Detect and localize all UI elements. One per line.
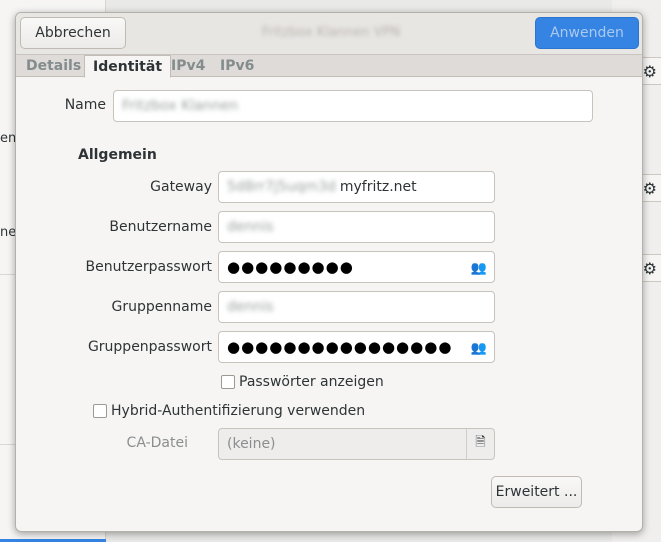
ca-file-chooser[interactable]: (keine) 🗎 xyxy=(218,428,495,460)
group-password-field[interactable]: ●●●●●●●●●●●●●●●● 👥 xyxy=(218,331,495,363)
apply-button[interactable]: Anwenden xyxy=(535,17,639,49)
ca-file-value: (keine) xyxy=(227,436,276,452)
name-field[interactable]: Fritzbox Klannen xyxy=(113,90,593,122)
group-password-value: ●●●●●●●●●●●●●●●● xyxy=(227,338,453,356)
username-field[interactable]: dennis xyxy=(218,211,495,243)
gateway-suffix: myfritz.net xyxy=(339,179,417,195)
gateway-label: Gateway xyxy=(150,179,212,195)
groupname-value: dennis xyxy=(227,299,274,315)
people-icon[interactable]: 👥 xyxy=(470,339,488,357)
user-password-value: ●●●●●●●●● xyxy=(227,258,354,276)
username-value: dennis xyxy=(227,219,274,235)
tab-bar: Details Identität IPv4 IPv6 xyxy=(16,55,642,78)
gateway-field[interactable]: 5d8rr7j5uqm3d myfritz.net xyxy=(218,171,495,203)
username-label: Benutzername xyxy=(109,219,212,235)
user-password-field[interactable]: ●●●●●●●●● 👥 xyxy=(218,251,495,283)
groupname-field[interactable]: dennis xyxy=(218,291,495,323)
header-bar: Abbrechen Fritzbox Klannen VPN Anwenden xyxy=(16,13,642,55)
vpn-dialog: Abbrechen Fritzbox Klannen VPN Anwenden … xyxy=(15,12,643,532)
show-passwords-checkbox[interactable]: Passwörter anzeigen xyxy=(221,374,384,390)
file-icon[interactable]: 🗎 xyxy=(466,429,494,459)
ca-file-label: CA-Datei xyxy=(126,435,188,451)
tab-ipv4[interactable]: IPv4 xyxy=(163,55,213,77)
hybrid-auth-checkbox[interactable]: Hybrid-Authentifizierung verwenden xyxy=(93,403,365,419)
tab-identity[interactable]: Identität xyxy=(84,55,172,78)
checkbox-box[interactable] xyxy=(93,404,107,418)
cancel-button[interactable]: Abbrechen xyxy=(20,17,126,49)
hybrid-auth-label: Hybrid-Authentifizierung verwenden xyxy=(111,403,366,419)
section-general-title: Allgemein xyxy=(78,147,157,163)
groupname-label: Gruppenname xyxy=(111,299,212,315)
name-value: Fritzbox Klannen xyxy=(122,98,239,114)
tab-ipv6[interactable]: IPv6 xyxy=(212,55,262,77)
background-text: en xyxy=(0,131,17,146)
people-icon[interactable]: 👥 xyxy=(470,259,488,277)
gateway-prefix: 5d8rr7j5uqm3d xyxy=(227,179,336,195)
show-passwords-label: Passwörter anzeigen xyxy=(239,374,384,390)
advanced-button[interactable]: Erweitert ... xyxy=(491,476,582,508)
group-password-label: Gruppenpasswort xyxy=(87,339,212,355)
background-text: ne xyxy=(0,225,17,240)
name-label: Name xyxy=(64,97,106,113)
dialog-title: Fritzbox Klannen VPN xyxy=(261,25,401,40)
tab-details[interactable]: Details xyxy=(18,55,89,77)
checkbox-box[interactable] xyxy=(221,375,235,389)
user-password-label: Benutzerpasswort xyxy=(85,259,213,275)
